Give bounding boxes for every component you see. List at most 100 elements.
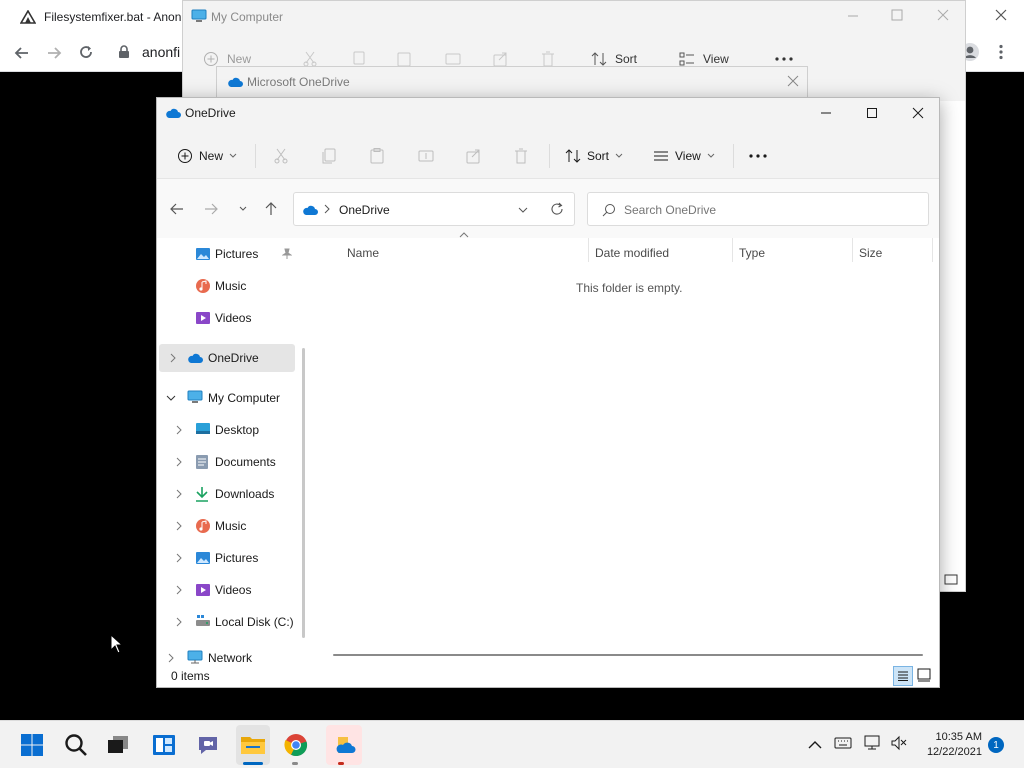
refresh-icon[interactable]: [550, 202, 564, 216]
copy-icon[interactable]: [322, 148, 338, 164]
chrome-icon: [284, 733, 308, 757]
notification-badge[interactable]: 1: [988, 737, 1004, 753]
nav-item-onedrive[interactable]: OneDrive: [159, 344, 295, 372]
up-button[interactable]: [259, 199, 283, 219]
close-icon: [912, 107, 924, 119]
chevron-right-icon[interactable]: [173, 584, 185, 596]
clock[interactable]: 10:35 AM 12/22/2021: [927, 730, 982, 760]
new-button[interactable]: New: [227, 52, 251, 66]
new-label: New: [199, 149, 224, 163]
teams-chat-button[interactable]: [194, 731, 222, 759]
nav-item-documents[interactable]: Documents: [157, 448, 297, 476]
column-divider[interactable]: [588, 238, 589, 262]
sort-button[interactable]: Sort: [615, 52, 637, 66]
view-button[interactable]: View: [653, 142, 715, 170]
file-explorer-button[interactable]: [236, 725, 270, 765]
browser-close-icon[interactable]: [994, 8, 1008, 22]
address-location[interactable]: OneDrive: [339, 203, 390, 217]
maximize-icon[interactable]: [891, 9, 903, 21]
running-app-indicator: [292, 762, 298, 765]
nav-item-network[interactable]: Network: [157, 648, 297, 666]
chevron-right-icon[interactable]: [173, 488, 185, 500]
column-header-name[interactable]: Name: [347, 246, 379, 260]
column-header-type[interactable]: Type: [739, 246, 765, 260]
network-status-icon[interactable]: [864, 735, 882, 751]
sort-button[interactable]: Sort: [565, 142, 623, 170]
nav-item-my-computer[interactable]: My Computer: [157, 384, 297, 412]
nav-scrollbar[interactable]: [302, 348, 305, 638]
browser-menu-icon[interactable]: [998, 44, 1004, 60]
sort-label: Sort: [587, 149, 610, 163]
horizontal-scrollbar[interactable]: [333, 654, 923, 656]
large-icons-view-icon[interactable]: [917, 668, 931, 682]
view-button[interactable]: View: [703, 52, 729, 66]
nav-item-quick-videos[interactable]: Videos: [157, 304, 297, 332]
nav-item-quick-music[interactable]: Music: [157, 272, 297, 300]
chevron-right-icon[interactable]: [165, 652, 177, 664]
nav-item-music[interactable]: Music: [157, 512, 297, 540]
title-bar[interactable]: OneDrive: [157, 98, 939, 128]
local-disk-icon: [195, 614, 211, 630]
start-button[interactable]: [18, 731, 46, 759]
browser-tab-title[interactable]: Filesystemfixer.bat - Anon: [44, 10, 181, 24]
browser-address[interactable]: anonfi: [142, 44, 180, 60]
forward-button[interactable]: [199, 199, 223, 219]
chevron-right-icon[interactable]: [173, 616, 185, 628]
close-button[interactable]: [895, 98, 941, 128]
details-view-icon[interactable]: [893, 666, 913, 686]
close-icon[interactable]: [787, 75, 799, 87]
new-button[interactable]: New: [177, 142, 237, 170]
empty-folder-message: This folder is empty.: [576, 281, 683, 295]
cut-icon[interactable]: [274, 148, 290, 164]
chevron-right-icon[interactable]: [167, 352, 179, 364]
nav-item-local-disk[interactable]: Local Disk (C:): [157, 608, 297, 636]
more-icon[interactable]: [775, 57, 793, 61]
paste-icon[interactable]: [370, 148, 386, 164]
nav-item-quick-pictures[interactable]: Pictures: [157, 240, 297, 268]
task-view-button[interactable]: [104, 731, 132, 759]
recent-locations-button[interactable]: [231, 199, 255, 219]
share-icon[interactable]: [466, 148, 482, 164]
nav-item-label: My Computer: [208, 391, 281, 405]
minimize-button[interactable]: [803, 98, 849, 128]
back-button[interactable]: [165, 199, 189, 219]
command-bar: New Sort View: [157, 134, 939, 178]
minimize-icon[interactable]: [847, 10, 859, 22]
chrome-button[interactable]: [282, 731, 310, 759]
nav-item-label: Downloads: [215, 487, 275, 501]
nav-item-downloads[interactable]: Downloads: [157, 480, 297, 508]
rename-icon[interactable]: [418, 148, 434, 164]
search-button[interactable]: [62, 731, 90, 759]
column-divider[interactable]: [932, 238, 933, 262]
keyboard-icon[interactable]: [834, 737, 852, 749]
arrow-up-icon: [265, 202, 277, 216]
onedrive-setup-button[interactable]: [326, 725, 362, 765]
browser-back-icon[interactable]: [14, 45, 30, 61]
browser-forward-icon[interactable]: [46, 45, 62, 61]
nav-item-desktop[interactable]: Desktop: [157, 416, 297, 444]
column-divider[interactable]: [852, 238, 853, 262]
volume-muted-icon[interactable]: [890, 735, 908, 751]
column-header-size[interactable]: Size: [859, 246, 882, 260]
nav-item-pictures[interactable]: Pictures: [157, 544, 297, 572]
widgets-button[interactable]: [150, 731, 178, 759]
toolbar-divider: [733, 144, 734, 168]
browser-reload-icon[interactable]: [78, 44, 94, 60]
chevron-right-icon[interactable]: [173, 456, 185, 468]
chevron-right-icon[interactable]: [173, 424, 185, 436]
address-bar[interactable]: OneDrive: [293, 192, 575, 226]
nav-item-videos[interactable]: Videos: [157, 576, 297, 604]
maximize-button[interactable]: [849, 98, 895, 128]
close-icon[interactable]: [937, 9, 949, 21]
chevron-up-icon[interactable]: [808, 739, 822, 749]
column-divider[interactable]: [732, 238, 733, 262]
chevron-right-icon[interactable]: [173, 520, 185, 532]
delete-icon[interactable]: [514, 148, 530, 164]
search-box[interactable]: [587, 192, 929, 226]
column-header-date-modified[interactable]: Date modified: [595, 246, 669, 260]
search-input[interactable]: [624, 201, 914, 219]
chevron-right-icon[interactable]: [173, 552, 185, 564]
chevron-down-icon[interactable]: [165, 392, 177, 404]
more-options-icon[interactable]: [749, 154, 767, 158]
chevron-down-icon[interactable]: [518, 207, 528, 213]
